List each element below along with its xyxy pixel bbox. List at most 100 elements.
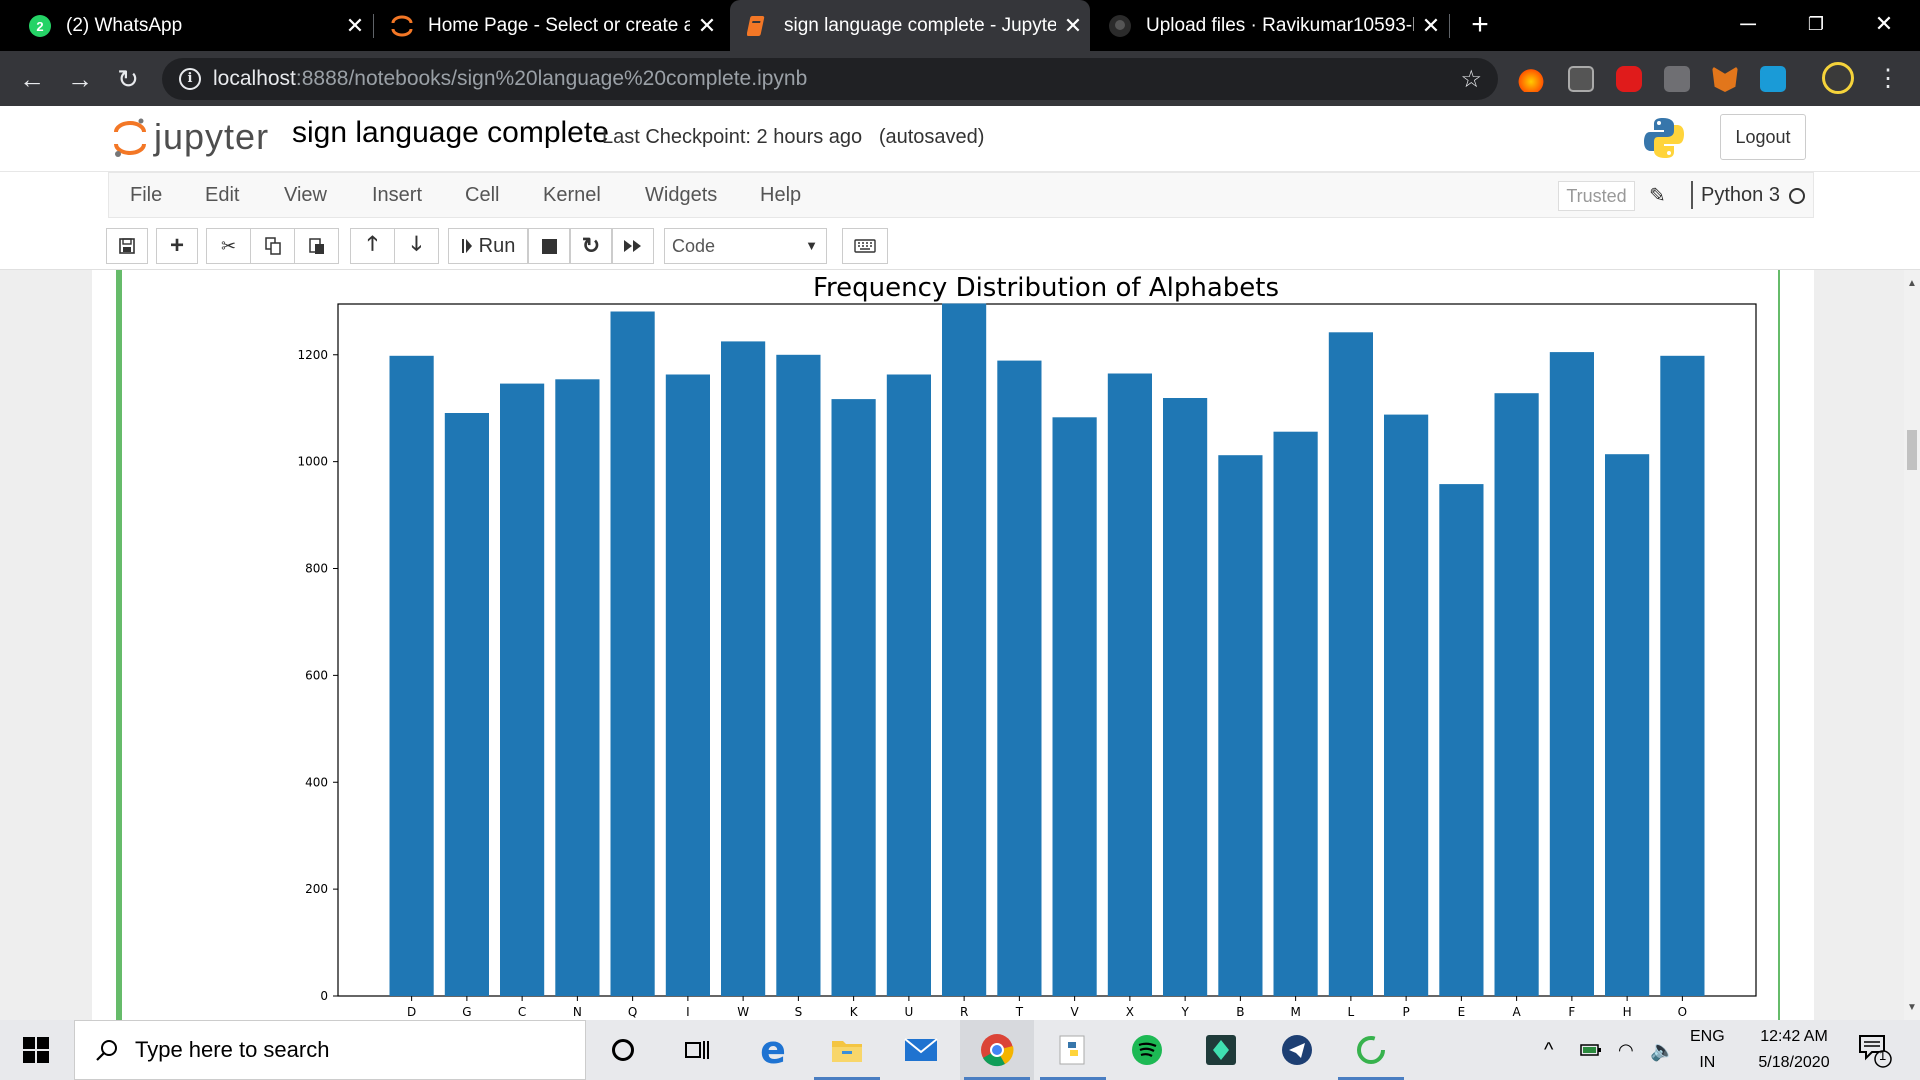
chrome-menu-icon[interactable]: ⋮	[1868, 59, 1908, 99]
interrupt-button[interactable]	[528, 228, 570, 264]
menubar: File Edit View Insert Cell Kernel Widget…	[108, 172, 1814, 218]
autosave-text: (autosaved)	[878, 126, 985, 148]
python-app-icon[interactable]	[1036, 1020, 1110, 1080]
x-tick-label: U	[904, 1005, 913, 1019]
task-view-icon[interactable]	[660, 1020, 734, 1080]
move-down-button[interactable]: 🡓	[394, 228, 439, 264]
x-tick-label: F	[1568, 1005, 1575, 1019]
scroll-up-arrow[interactable]: ▲	[1904, 278, 1920, 289]
tray-chevron-icon[interactable]: ^	[1544, 1020, 1553, 1080]
y-tick-label: 1000	[297, 455, 328, 469]
trusted-indicator[interactable]: Trusted	[1558, 181, 1635, 211]
reload-button[interactable]: ↻	[108, 59, 148, 99]
menu-insert[interactable]: Insert	[372, 173, 422, 217]
spotify-icon[interactable]	[1110, 1020, 1184, 1080]
info-icon[interactable]: i	[179, 68, 201, 90]
profile-avatar[interactable]	[1822, 62, 1854, 94]
y-tick-label: 400	[305, 775, 328, 789]
notification-icon	[1859, 1035, 1892, 1068]
scrollbar-thumb[interactable]	[1907, 430, 1917, 470]
paste-button[interactable]	[294, 228, 339, 264]
screen-extension-icon[interactable]	[1760, 66, 1786, 92]
notification-center-button[interactable]: 1	[1858, 1020, 1892, 1080]
y-tick-label: 0	[320, 989, 328, 1003]
restart-button[interactable]: ↻	[570, 228, 612, 264]
edge-browser-icon[interactable]: e	[736, 1020, 810, 1080]
region-code: IN	[1699, 1054, 1716, 1071]
telegram-icon[interactable]	[1260, 1020, 1334, 1080]
search-icon	[96, 1040, 117, 1061]
logout-button[interactable]: Logout	[1720, 114, 1806, 160]
start-button[interactable]	[0, 1020, 72, 1080]
copy-icon	[264, 237, 281, 255]
scroll-down-arrow[interactable]: ▼	[1904, 1002, 1920, 1013]
clipboard-extension-icon[interactable]	[1568, 66, 1594, 92]
menu-widgets[interactable]: Widgets	[645, 173, 717, 217]
new-tab-button[interactable]: +	[1465, 6, 1495, 44]
menu-edit[interactable]: Edit	[205, 173, 239, 217]
menu-kernel[interactable]: Kernel	[543, 173, 601, 217]
x-tick-label: V	[1071, 1005, 1080, 1019]
page-scrollbar[interactable]: ▲ ▼	[1904, 270, 1920, 1020]
move-up-button[interactable]: 🡑	[350, 228, 395, 264]
restart-run-all-button[interactable]	[612, 228, 654, 264]
file-explorer-icon[interactable]	[810, 1020, 884, 1080]
cell-type-select[interactable]: Code ▼	[664, 228, 827, 264]
tab-github[interactable]: Upload files · Ravikumar10593-hu ✕	[1092, 0, 1448, 51]
volume-icon[interactable]: 🔈	[1650, 1020, 1675, 1080]
input-language[interactable]: ENG IN	[1690, 1020, 1725, 1080]
restore-button[interactable]: ❐	[1786, 4, 1846, 44]
adblock-extension-icon[interactable]	[1616, 66, 1642, 92]
bar-group	[389, 303, 1705, 997]
bookmark-star-icon[interactable]: ☆	[1460, 65, 1482, 94]
mail-icon[interactable]	[884, 1020, 958, 1080]
fire-extension-icon[interactable]	[1518, 66, 1544, 92]
menu-cell[interactable]: Cell	[465, 173, 499, 217]
menu-help[interactable]: Help	[760, 173, 801, 217]
jupyter-logo[interactable]: jupyter	[112, 116, 272, 160]
taskbar-search[interactable]: Type here to search	[74, 1020, 586, 1080]
x-tick-label: Q	[628, 1005, 637, 1019]
chrome-icon[interactable]	[960, 1020, 1034, 1080]
insert-cell-button[interactable]: +	[156, 228, 198, 264]
tab-whatsapp[interactable]: 2 (2) WhatsApp ✕	[12, 0, 372, 51]
tab-notebook[interactable]: sign language complete - Jupyter ✕	[730, 0, 1090, 51]
close-window-button[interactable]: ✕	[1854, 4, 1914, 44]
wifi-icon[interactable]: ◠	[1618, 1020, 1634, 1080]
close-icon[interactable]: ✕	[1056, 13, 1090, 39]
menu-file[interactable]: File	[130, 173, 162, 217]
notebook-title[interactable]: sign language complete	[292, 116, 609, 150]
close-icon[interactable]: ✕	[338, 13, 372, 39]
close-icon[interactable]: ✕	[1414, 13, 1448, 39]
x-axis: DGCNQIWSKURTVXYBMLPEAFHO	[407, 996, 1687, 1019]
command-palette-button[interactable]	[842, 228, 888, 264]
clock[interactable]: 12:42 AM 5/18/2020	[1744, 1020, 1844, 1080]
x-tick-label: B	[1236, 1005, 1244, 1019]
y-tick-label: 1200	[297, 348, 328, 362]
close-icon[interactable]: ✕	[690, 13, 724, 39]
cortana-icon[interactable]	[586, 1020, 660, 1080]
kernel-idle-icon	[1789, 188, 1805, 204]
loading-app-icon[interactable]	[1334, 1020, 1408, 1080]
fast-forward-icon	[624, 240, 641, 252]
checkpoint-text: Last Checkpoint: 2 hours ago	[602, 126, 863, 148]
tab-jupyter-home[interactable]: Home Page - Select or create a n ✕	[374, 0, 724, 51]
save-button[interactable]	[106, 228, 148, 264]
battery-icon[interactable]	[1580, 1020, 1602, 1080]
filmora-icon[interactable]	[1184, 1020, 1258, 1080]
back-button[interactable]: ←	[12, 59, 52, 99]
forward-button[interactable]: →	[60, 59, 100, 99]
minimize-button[interactable]: ─	[1718, 4, 1778, 44]
pencil-icon[interactable]: ✎	[1649, 183, 1666, 208]
browser-toolbar: ← → ↻ i localhost:8888/notebooks/sign%20…	[0, 51, 1920, 106]
extension-icon[interactable]	[1664, 66, 1690, 92]
cut-button[interactable]: ✂	[206, 228, 251, 264]
bar-B	[1218, 455, 1263, 996]
run-button[interactable]: Run	[448, 228, 528, 264]
copy-button[interactable]	[250, 228, 295, 264]
menu-view[interactable]: View	[284, 173, 327, 217]
bar-O	[1660, 355, 1705, 996]
bar-X	[1107, 373, 1152, 996]
metamask-fox-icon[interactable]	[1712, 66, 1738, 92]
address-bar[interactable]: i localhost:8888/notebooks/sign%20langua…	[162, 58, 1498, 100]
